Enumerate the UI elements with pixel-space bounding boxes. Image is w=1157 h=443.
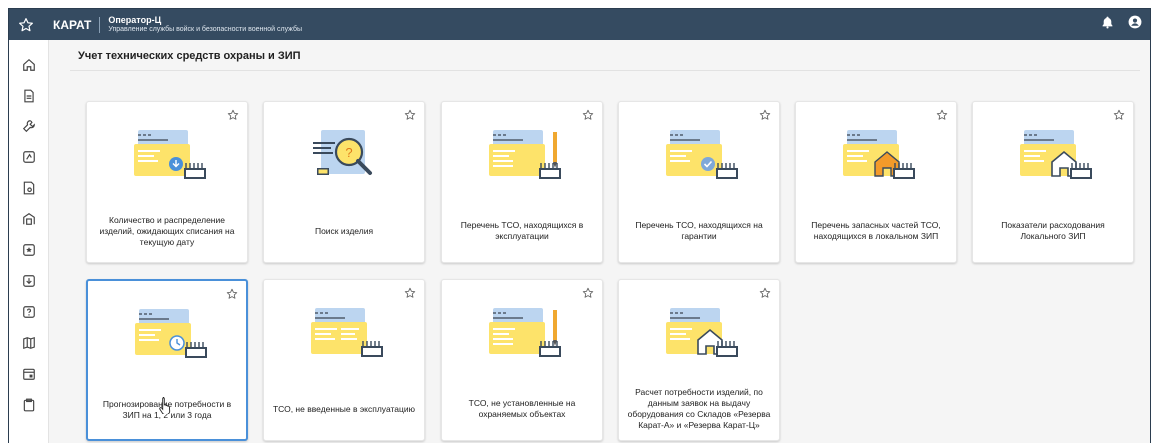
- card-label: Перечень ТСО, находящихся в эксплуатации: [460, 220, 584, 241]
- brand-name: КАРАТ: [43, 16, 101, 33]
- favorite-star-icon[interactable]: [759, 108, 771, 126]
- report-card[interactable]: ? Поиск изделия: [263, 101, 425, 263]
- report-card[interactable]: ТСО, не установленные на охраняемых объе…: [441, 279, 603, 441]
- report-card[interactable]: Прогнозирование потребности в ЗИП на 1, …: [86, 279, 248, 441]
- favorite-star-icon[interactable]: [227, 108, 239, 126]
- download-icon[interactable]: [21, 273, 37, 289]
- favorite-star-icon[interactable]: [226, 287, 238, 305]
- calendar-icon[interactable]: [21, 366, 37, 382]
- report-card[interactable]: Перечень ТСО, находящихся в эксплуатации: [441, 101, 603, 263]
- hand-cursor-icon: [159, 396, 173, 415]
- card-label: Расчет потребности изделий, по данным за…: [627, 387, 771, 430]
- clipboard-icon[interactable]: [21, 397, 37, 413]
- page-title: Учет технических средств охраны и ЗИП: [78, 50, 301, 62]
- document-icon[interactable]: [21, 88, 37, 104]
- pen-doc-icon: [479, 128, 569, 198]
- card-label: Перечень ТСО, находящихся на гарантии: [635, 220, 763, 241]
- report-card[interactable]: Показатели расходования Локального ЗИП: [972, 101, 1134, 263]
- app-subtitle: Управление службы войск и безопасности в…: [108, 25, 302, 33]
- warehouse-icon[interactable]: [21, 211, 37, 227]
- report-icon[interactable]: [21, 180, 37, 196]
- route-icon[interactable]: [21, 149, 37, 165]
- sidebar: [9, 40, 49, 443]
- main-content: Учет технических средств охраны и ЗИП Ко…: [50, 40, 1150, 443]
- report-card[interactable]: Расчет потребности изделий, по данным за…: [618, 279, 780, 441]
- favorite-star-icon[interactable]: [759, 286, 771, 304]
- card-label: Количество и распределение изделий, ожид…: [99, 214, 235, 247]
- app-title-block: Оператор-Ц Управление службы войск и без…: [100, 15, 302, 35]
- card-label: ТСО, не введенные в эксплуатацию: [272, 403, 416, 414]
- title-divider: [70, 70, 1140, 71]
- list-doc-icon: [301, 306, 391, 376]
- check-doc-icon: [656, 128, 746, 198]
- favorite-star-icon[interactable]: [582, 286, 594, 304]
- wrench-icon[interactable]: [21, 118, 37, 134]
- help-icon[interactable]: [21, 304, 37, 320]
- favorites-star-icon[interactable]: [9, 17, 43, 33]
- home-icon[interactable]: [21, 57, 37, 73]
- pen-doc-icon: [479, 306, 569, 376]
- download-doc-icon: [124, 128, 214, 198]
- user-account-icon[interactable]: [1128, 15, 1142, 34]
- clock-doc-icon: [125, 307, 215, 377]
- home-outline-doc-icon: [656, 306, 746, 376]
- star-doc-icon[interactable]: [21, 242, 37, 258]
- card-label: ТСО, не установленные на охраняемых объе…: [468, 398, 576, 419]
- favorite-star-icon[interactable]: [582, 108, 594, 126]
- home-filled-doc-icon: [833, 128, 923, 198]
- card-label: Показатели расходования Локального ЗИП: [1001, 220, 1105, 241]
- home-outline-doc-icon: [1010, 128, 1100, 198]
- report-card[interactable]: Перечень запасных частей ТСО, находящихс…: [795, 101, 957, 263]
- notification-bell-icon[interactable]: [1101, 15, 1114, 34]
- report-card[interactable]: ТСО, не введенные в эксплуатацию: [263, 279, 425, 441]
- favorite-star-icon[interactable]: [936, 108, 948, 126]
- search-doc-icon: ?: [301, 128, 391, 198]
- top-bar: КАРАТ Оператор-Ц Управление службы войск…: [9, 9, 1150, 40]
- app-window: КАРАТ Оператор-Ц Управление службы войск…: [8, 8, 1151, 443]
- card-label: Перечень запасных частей ТСО, находящихс…: [811, 220, 941, 241]
- favorite-star-icon[interactable]: [404, 108, 416, 126]
- report-card[interactable]: Количество и распределение изделий, ожид…: [86, 101, 248, 263]
- app-title: Оператор-Ц: [108, 14, 162, 25]
- favorite-star-icon[interactable]: [1113, 108, 1125, 126]
- svg-text:?: ?: [345, 145, 352, 160]
- report-card[interactable]: Перечень ТСО, находящихся на гарантии: [618, 101, 780, 263]
- book-icon[interactable]: [21, 335, 37, 351]
- card-label: Поиск изделия: [314, 225, 374, 236]
- favorite-star-icon[interactable]: [404, 286, 416, 304]
